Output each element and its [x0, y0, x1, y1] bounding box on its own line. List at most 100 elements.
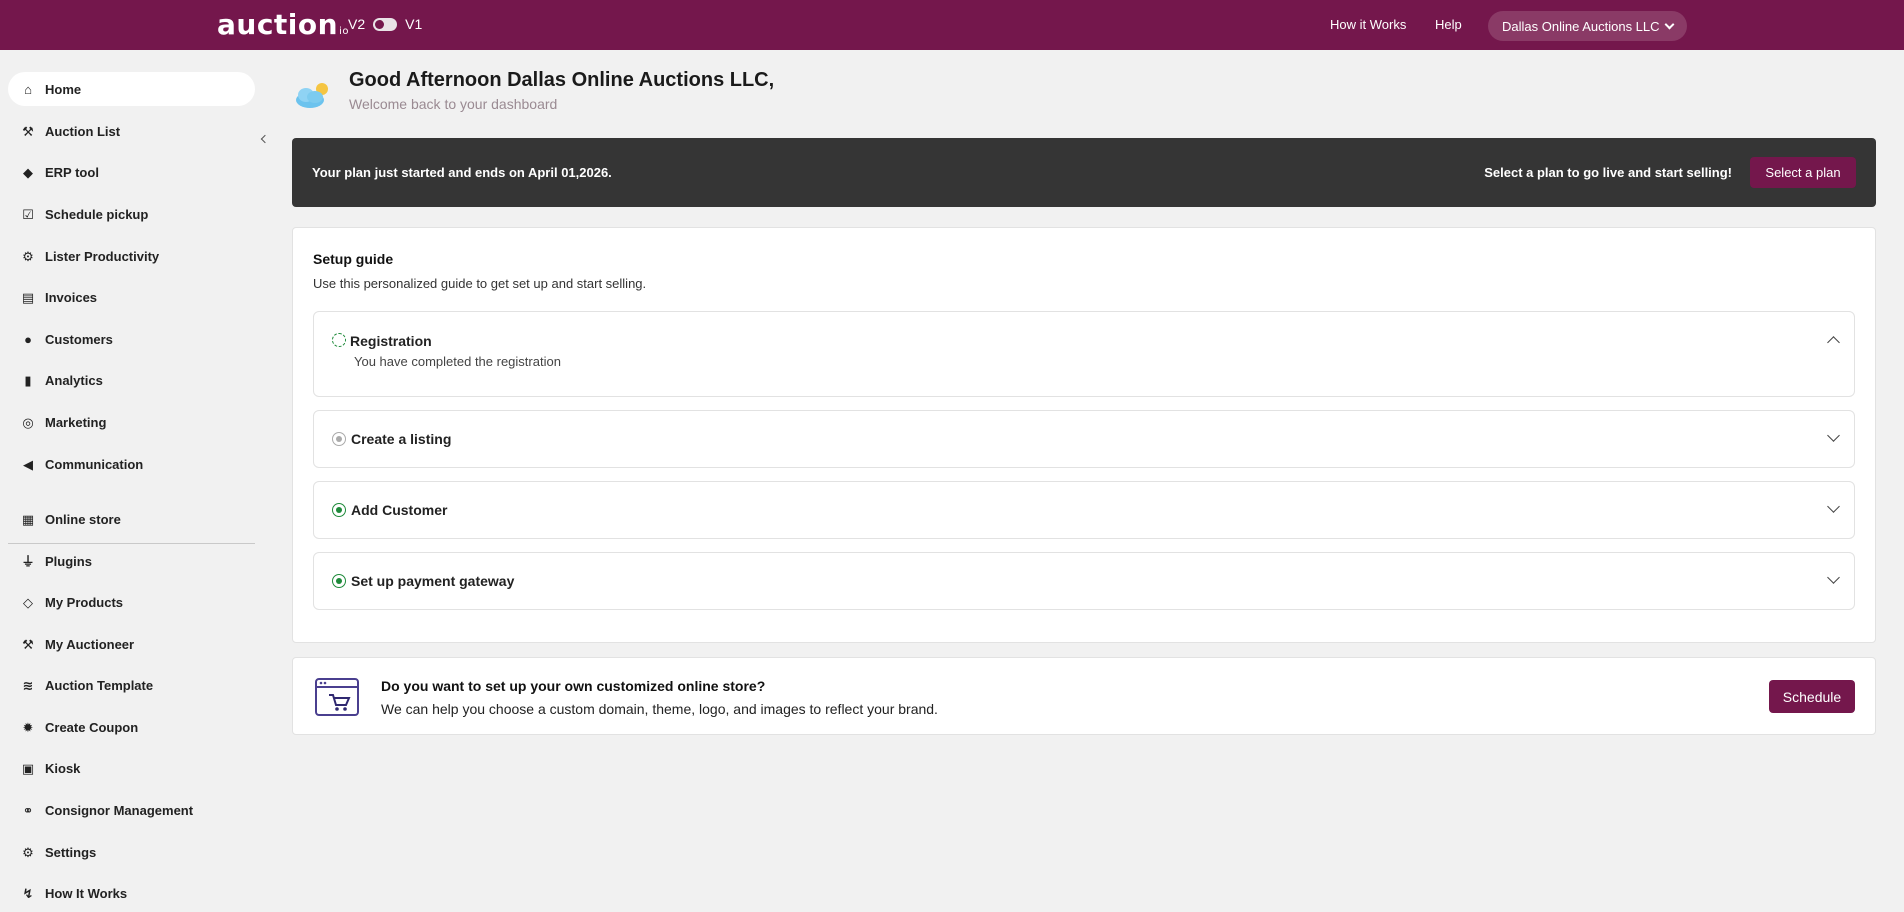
account-name: Dallas Online Auctions LLC	[1502, 18, 1660, 34]
step-title: Set up payment gateway	[351, 573, 515, 589]
bar-chart-icon: ▮	[24, 372, 32, 388]
sidebar-item-settings[interactable]: ⚙ Settings	[8, 835, 255, 869]
plan-banner: Your plan just started and ends on April…	[292, 138, 1876, 207]
sidebar-item-how-it-works[interactable]: ↯ How It Works	[8, 876, 255, 910]
sidebar-item-label: Schedule pickup	[45, 206, 149, 222]
setup-guide-title: Setup guide	[313, 251, 394, 267]
weather-cloud-icon	[296, 83, 328, 108]
step-title: Add Customer	[351, 502, 448, 518]
how-it-works-link[interactable]: How it Works	[1330, 17, 1406, 32]
store-promo-title: Do you want to set up your own customize…	[381, 678, 766, 694]
sidebar-item-label: Lister Productivity	[45, 248, 160, 264]
sidebar-item-label: ERP tool	[45, 164, 99, 180]
version-toggle[interactable]	[373, 17, 398, 31]
chevron-up-icon[interactable]	[1827, 336, 1840, 349]
sidebar-item-label: Plugins	[45, 553, 92, 569]
megaphone-icon: ◀	[23, 456, 33, 472]
plug-icon: ⏚	[21, 553, 35, 569]
radio-complete-icon	[332, 503, 346, 517]
gavel-icon: ⚒	[22, 636, 34, 652]
kiosk-icon: ▣	[21, 760, 35, 776]
sidebar-item-my-auctioneer[interactable]: ⚒ My Auctioneer	[8, 627, 255, 661]
step-create-listing[interactable]: Create a listing	[313, 410, 1855, 468]
sidebar-item-label: Invoices	[45, 289, 98, 305]
step-detail: You have completed the registration	[354, 354, 561, 369]
sidebar-item-label: My Products	[45, 594, 124, 610]
step-title: Create a listing	[351, 431, 452, 447]
sidebar-item-auction-template[interactable]: ≋ Auction Template	[8, 668, 255, 702]
user-icon: ●	[24, 331, 32, 347]
sidebar-item-label: Kiosk	[45, 760, 81, 776]
sidebar-item-lister-productivity[interactable]: ⚙ Lister Productivity	[8, 239, 255, 273]
calendar-check-icon: ☑	[22, 206, 34, 222]
sidebar-item-my-products[interactable]: ◇ My Products	[8, 585, 255, 619]
flow-icon: ↯	[22, 885, 34, 901]
gear-icon: ⚙	[22, 844, 34, 860]
chevron-down-icon[interactable]	[1827, 429, 1840, 442]
sidebar-item-plugins[interactable]: ⏚ Plugins	[8, 544, 255, 578]
chevron-down-icon[interactable]	[1827, 571, 1840, 584]
app-logo[interactable]: auctionio	[217, 8, 349, 41]
select-plan-button[interactable]: Select a plan	[1750, 157, 1856, 188]
sidebar-item-home[interactable]: ⌂ Home	[8, 72, 255, 106]
sidebar: ⌂ Home ⚒ Auction List ◆ ERP tool ☑ Sched…	[0, 50, 270, 912]
version-right-label: V1	[405, 16, 423, 32]
sidebar-item-invoices[interactable]: ▤ Invoices	[8, 280, 255, 314]
handshake-icon: ⚭	[22, 802, 34, 818]
sidebar-item-kiosk[interactable]: ▣ Kiosk	[8, 751, 255, 785]
plan-status-text: Your plan just started and ends on April…	[312, 165, 612, 180]
step-add-customer[interactable]: Add Customer	[313, 481, 1855, 539]
plan-cta-text: Select a plan to go live and start selli…	[1484, 165, 1732, 180]
greeting-title: Good Afternoon Dallas Online Auctions LL…	[349, 69, 775, 91]
sidebar-item-analytics[interactable]: ▮ Analytics	[8, 363, 255, 397]
step-payment-gateway[interactable]: Set up payment gateway	[313, 552, 1855, 610]
tag-outline-icon: ◇	[23, 594, 33, 610]
chevron-down-icon[interactable]	[1827, 500, 1840, 513]
top-bar: auctionio V2 V1 How it Works Help Dallas…	[0, 0, 1904, 50]
layers-icon: ≋	[22, 677, 34, 693]
custom-store-promo: Do you want to set up your own customize…	[292, 657, 1876, 735]
sidebar-item-label: My Auctioneer	[45, 636, 135, 652]
sidebar-item-label: Online store	[45, 511, 121, 527]
sidebar-item-label: Customers	[45, 331, 113, 347]
radio-complete-icon	[332, 574, 346, 588]
sidebar-item-online-store[interactable]: ▦ Online store	[8, 502, 255, 536]
sidebar-item-customers[interactable]: ● Customers	[8, 322, 255, 356]
sidebar-item-label: Create Coupon	[45, 719, 139, 735]
sidebar-collapse-button[interactable]	[258, 132, 272, 146]
version-switch: V2 V1	[348, 16, 422, 32]
store-promo-description: We can help you choose a custom domain, …	[381, 701, 938, 717]
shopping-cart-browser-icon	[315, 678, 359, 716]
sidebar-item-label: Settings	[45, 844, 97, 860]
gears-icon: ⚙	[22, 248, 34, 264]
sidebar-item-consignor-management[interactable]: ⚭ Consignor Management	[8, 793, 255, 827]
document-icon: ▤	[21, 289, 35, 305]
tag-icon: ◆	[23, 164, 33, 180]
sidebar-item-label: Auction Template	[45, 677, 154, 693]
sidebar-item-label: Consignor Management	[45, 802, 194, 818]
help-link[interactable]: Help	[1435, 17, 1462, 32]
sidebar-item-erp-tool[interactable]: ◆ ERP tool	[8, 155, 255, 189]
chevron-down-icon	[1664, 19, 1674, 29]
step-registration[interactable]: Registration You have completed the regi…	[313, 311, 1855, 397]
sidebar-item-schedule-pickup[interactable]: ☑ Schedule pickup	[8, 197, 255, 231]
sidebar-item-label: Analytics	[45, 372, 103, 388]
sidebar-item-label: Communication	[45, 456, 144, 472]
sidebar-item-marketing[interactable]: ◎ Marketing	[8, 405, 255, 439]
sidebar-item-create-coupon[interactable]: ✹ Create Coupon	[8, 710, 255, 744]
home-icon: ⌂	[24, 81, 32, 97]
badge-icon: ✹	[22, 719, 34, 735]
sidebar-item-communication[interactable]: ◀ Communication	[8, 447, 255, 481]
schedule-button[interactable]: Schedule	[1769, 680, 1855, 713]
greeting-subtitle: Welcome back to your dashboard	[349, 96, 558, 112]
version-left-label: V2	[348, 16, 366, 32]
sidebar-item-label: Marketing	[45, 414, 107, 430]
sidebar-item-label: Home	[45, 81, 82, 97]
sidebar-item-auction-list[interactable]: ⚒ Auction List	[8, 114, 255, 148]
gavel-icon: ⚒	[22, 123, 34, 139]
setup-guide-card: Setup guide Use this personalized guide …	[292, 227, 1876, 643]
chevron-left-icon	[260, 134, 270, 144]
store-icon: ▦	[21, 511, 35, 527]
sidebar-item-label: How It Works	[45, 885, 128, 901]
account-dropdown[interactable]: Dallas Online Auctions LLC	[1488, 11, 1687, 41]
